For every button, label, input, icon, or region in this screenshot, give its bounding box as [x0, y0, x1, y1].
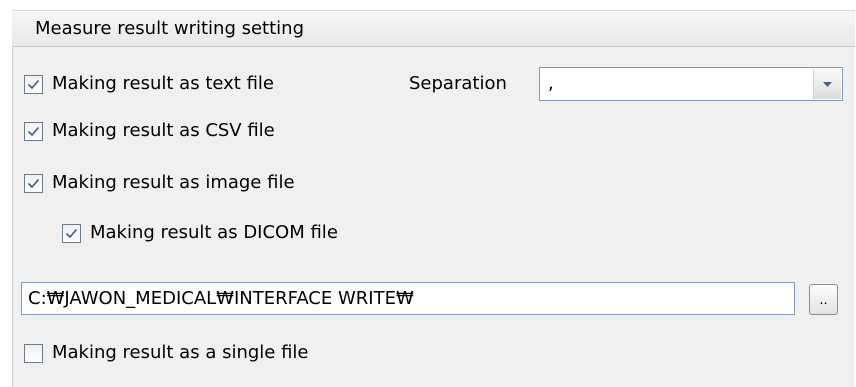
image-file-option[interactable]: Making result as image file	[24, 173, 295, 193]
text-file-label: Making result as text file	[52, 73, 274, 94]
group-title: Measure result writing setting	[35, 18, 305, 39]
single-file-checkbox[interactable]	[24, 343, 43, 363]
output-path-input[interactable]	[21, 282, 795, 315]
text-file-checkbox[interactable]	[24, 74, 43, 94]
image-file-label: Making result as image file	[52, 172, 295, 193]
csv-file-option[interactable]: Making result as CSV file	[24, 121, 275, 141]
image-file-checkbox[interactable]	[24, 173, 43, 193]
separation-dropdown-button[interactable]	[813, 69, 841, 99]
dicom-file-option[interactable]: Making result as DICOM file	[62, 223, 338, 243]
separation-select[interactable]: ,	[539, 67, 843, 101]
browse-button[interactable]: ..	[809, 284, 838, 315]
chevron-down-icon	[823, 81, 832, 87]
dicom-file-checkbox[interactable]	[62, 223, 81, 243]
separation-value: ,	[548, 73, 554, 94]
csv-file-label: Making result as CSV file	[52, 120, 275, 141]
check-icon	[27, 178, 40, 188]
csv-file-checkbox[interactable]	[24, 121, 43, 141]
separation-label: Separation	[409, 73, 507, 94]
check-icon	[65, 228, 78, 238]
dicom-file-label: Making result as DICOM file	[90, 222, 338, 243]
single-file-option[interactable]: Making result as a single file	[24, 343, 309, 363]
single-file-label: Making result as a single file	[52, 342, 309, 363]
check-icon	[27, 79, 40, 89]
check-icon	[27, 126, 40, 136]
text-file-option[interactable]: Making result as text file	[24, 74, 274, 94]
group-header: Measure result writing setting	[12, 10, 855, 47]
